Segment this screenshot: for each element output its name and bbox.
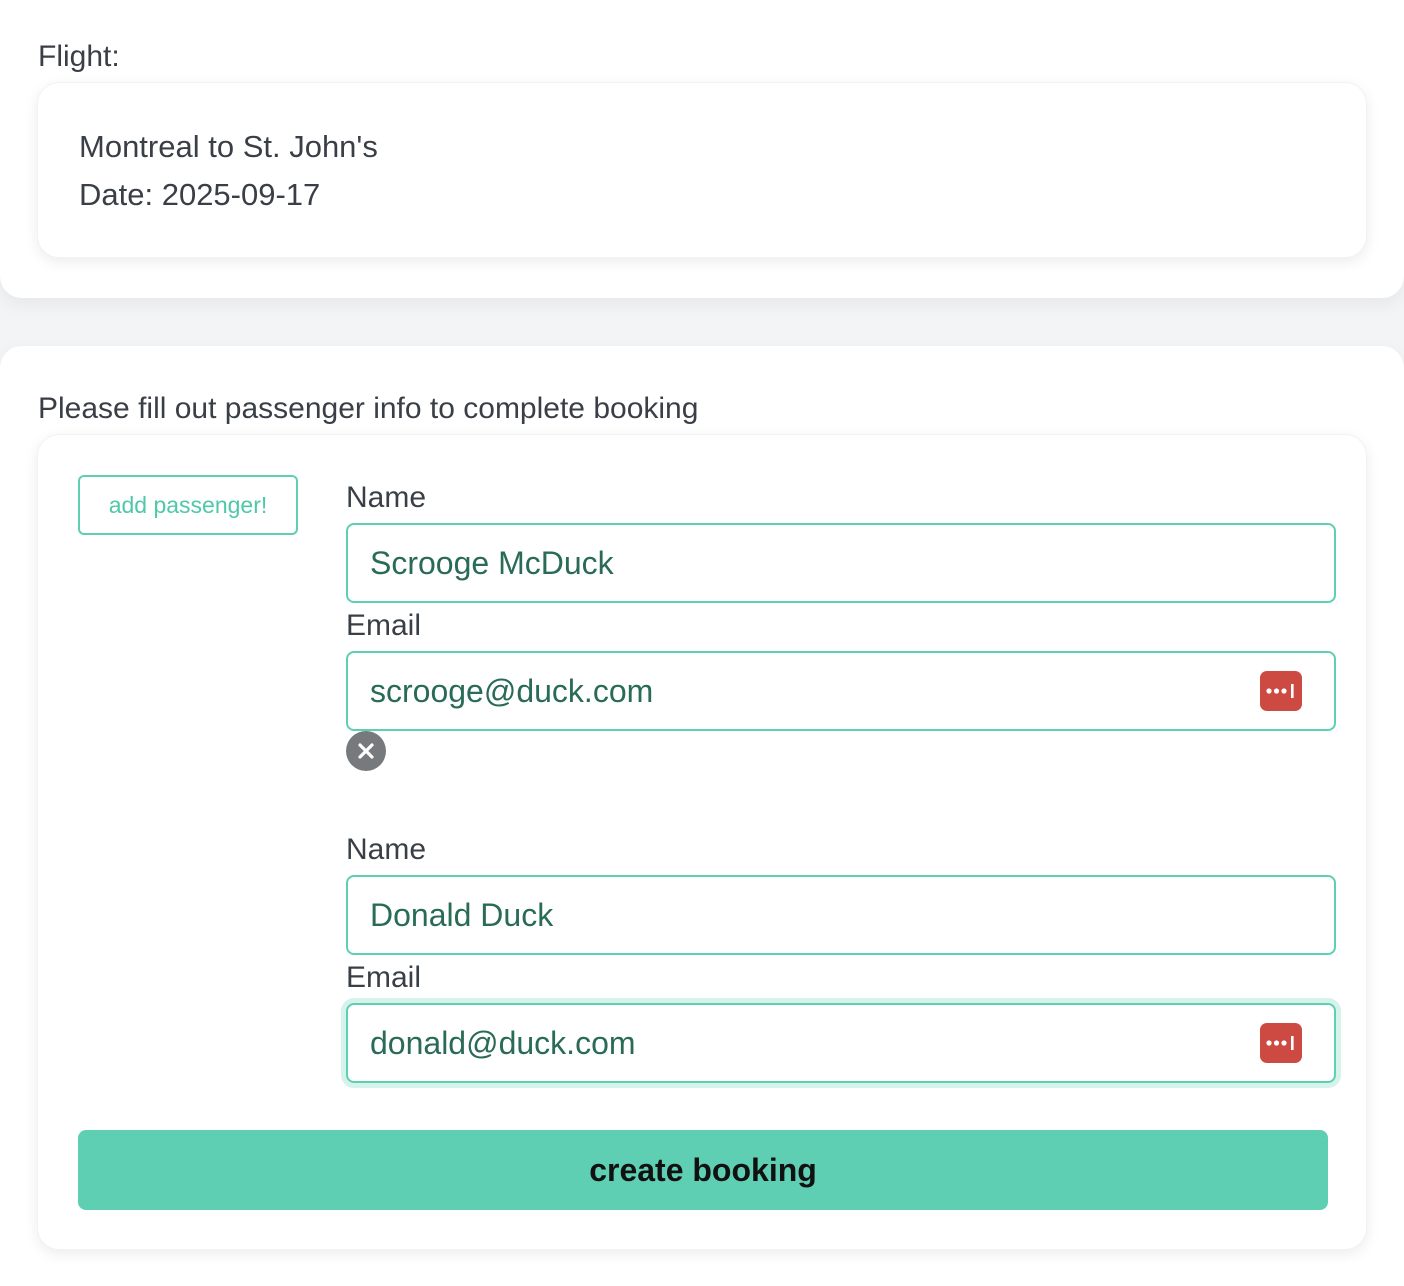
passenger-1-email-input[interactable]	[370, 653, 1250, 729]
passenger-1-name-field	[346, 523, 1336, 603]
passenger-1-name-input[interactable]	[370, 525, 1250, 601]
passenger-1-email-field	[346, 651, 1336, 731]
flight-card: Montreal to St. John's Date: 2025-09-17	[37, 82, 1367, 258]
passenger-form-card: add passenger! Name Email Name	[37, 434, 1367, 1250]
passenger-2-email-input[interactable]	[370, 1005, 1250, 1081]
passenger-2-email-field	[346, 1003, 1336, 1083]
passenger-1-name-label: Name	[346, 481, 427, 514]
password-manager-icon[interactable]	[1260, 671, 1302, 711]
passenger-2-name-field	[346, 875, 1336, 955]
flight-route: Montreal to St. John's	[79, 129, 378, 164]
booking-section-label: Please fill out passenger info to comple…	[38, 392, 699, 425]
password-manager-icon[interactable]	[1260, 1023, 1302, 1063]
flight-section-label: Flight:	[38, 40, 120, 73]
passenger-2-email-label: Email	[346, 961, 422, 994]
add-passenger-button[interactable]: add passenger!	[78, 475, 298, 535]
flight-date: Date: 2025-09-17	[79, 177, 321, 212]
passenger-2-name-label: Name	[346, 833, 427, 866]
passenger-2-name-input[interactable]	[370, 877, 1250, 953]
booking-panel: Please fill out passenger info to comple…	[0, 346, 1404, 1286]
passenger-1-email-label: Email	[346, 609, 422, 642]
flight-panel: Flight: Montreal to St. John's Date: 202…	[0, 0, 1404, 298]
create-booking-button[interactable]: create booking	[78, 1130, 1328, 1210]
remove-passenger-icon[interactable]	[346, 731, 386, 771]
